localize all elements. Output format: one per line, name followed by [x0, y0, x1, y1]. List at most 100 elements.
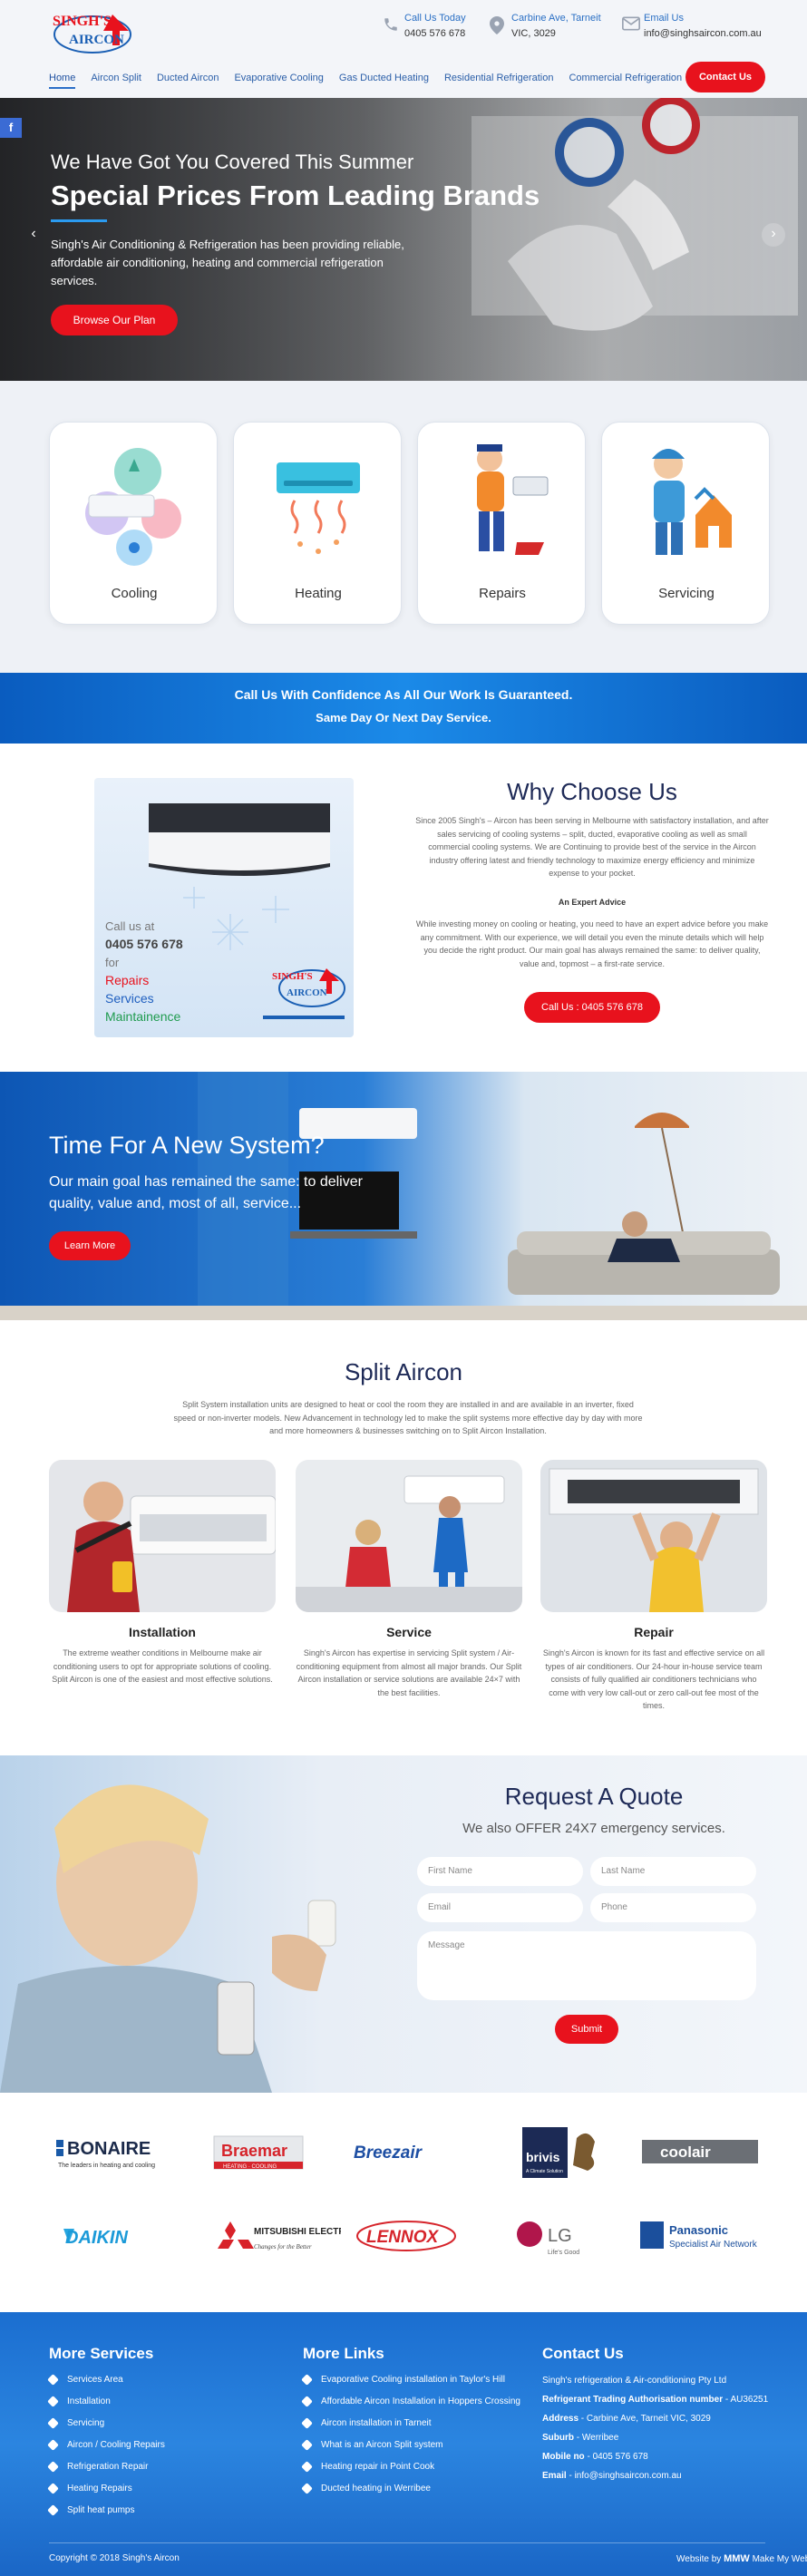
repairs-icon — [448, 435, 557, 571]
footer-service-link[interactable]: Installation — [47, 2396, 165, 2417]
site-logo[interactable]: SINGH'S AIRCON — [49, 5, 136, 58]
brand-lennox-logo: LENNOX — [352, 2212, 479, 2260]
footer-service-link[interactable]: Refrigeration Repair — [47, 2461, 165, 2483]
footer-contact-row[interactable]: Email - info@singhsaircon.com.au — [542, 2471, 778, 2490]
first-name-input[interactable]: First Name — [417, 1857, 583, 1886]
nav-evaporative-cooling[interactable]: Evaporative Cooling — [234, 71, 323, 89]
service-card-repairs[interactable]: Repairs — [417, 422, 586, 625]
email-contact[interactable]: Email Us info@singhsaircon.com.au — [622, 11, 776, 47]
nav-gas-ducted-heating[interactable]: Gas Ducted Heating — [339, 71, 429, 89]
installation-text: The extreme weather conditions in Melbou… — [52, 1648, 273, 1684]
contact-row-label: Refrigerant Trading Authorisation number — [542, 2395, 724, 2405]
contact-row-label: Suburb — [542, 2433, 574, 2443]
service-title-heating: Heating — [295, 586, 342, 601]
footer-service-link[interactable]: Heating Repairs — [47, 2483, 165, 2504]
footer-more-link[interactable]: Evaporative Cooling installation in Tayl… — [301, 2374, 520, 2396]
brand-name-daikin: DAIKIN — [65, 2228, 128, 2248]
nav-home[interactable]: Home — [49, 71, 76, 89]
slider-next-icon[interactable]: › — [762, 223, 785, 247]
why-paragraph-1: Since 2005 Singh's – Aircon has been ser… — [415, 816, 769, 878]
why-call-label: Call us at — [105, 919, 155, 933]
brand-name-braemar: Braemar — [221, 2142, 287, 2160]
message-textarea[interactable]: Message — [417, 1931, 756, 2000]
split-description: Split System installation units are desi… — [173, 1400, 643, 1435]
brand-coolair-logo: coolair — [638, 2129, 765, 2176]
footer-links-title: More Links — [303, 2345, 384, 2362]
footer-more-link[interactable]: Aircon installation in Tarneit — [301, 2417, 520, 2439]
bullet-icon — [47, 2483, 59, 2494]
footer-more-link[interactable]: Ducted heating in Werribee — [301, 2483, 520, 2504]
new-system-section: Time For A New System? Our main goal has… — [0, 1072, 807, 1320]
bullet-icon — [47, 2417, 59, 2429]
facebook-icon[interactable]: f — [0, 118, 22, 138]
footer-more-link[interactable]: What is an Aircon Split system — [301, 2439, 520, 2461]
nav-aircon-split[interactable]: Aircon Split — [91, 71, 141, 89]
brand-tag-braemar: HEATING · COOLING — [223, 2164, 277, 2170]
why-paragraph-2: While investing money on cooling or heat… — [415, 919, 769, 968]
made-by[interactable]: Website by MMW Make My Website — [676, 2553, 807, 2564]
footer-service-link[interactable]: Aircon / Cooling Repairs — [47, 2439, 165, 2461]
location-pin-icon — [490, 16, 510, 36]
brand-name-lennox: LENNOX — [366, 2228, 440, 2247]
footer-link-text: Aircon / Cooling Repairs — [67, 2440, 165, 2450]
service-card-heating[interactable]: Heating — [233, 422, 402, 625]
brand-tag-panasonic: Specialist Air Network — [669, 2240, 758, 2250]
phone-contact[interactable]: Call Us Today 0405 576 678 — [383, 11, 473, 47]
repair-title: Repair — [634, 1625, 674, 1639]
address-contact: Carbine Ave, Tarneit VIC, 3029 — [490, 11, 601, 47]
bullet-icon — [301, 2439, 313, 2451]
why-promo-image: SINGH'S AIRCON Call us at 0405 576 678 f… — [94, 778, 354, 1037]
service-title-cooling: Cooling — [111, 586, 158, 601]
brand-name-lg: LG — [548, 2226, 572, 2246]
nav-ducted-aircon[interactable]: Ducted Aircon — [157, 71, 219, 89]
site-header: SINGH'S AIRCON Call Us Today 0405 576 67… — [0, 0, 807, 98]
footer-link-text: Split heat pumps — [67, 2505, 135, 2515]
brand-bonaire-logo: BONAIRE The leaders in heating and cooli… — [51, 2129, 178, 2176]
made-by-logo-icon: MMW — [724, 2553, 750, 2564]
phone-number[interactable]: 0405 576 678 — [404, 28, 465, 39]
email-address[interactable]: info@singhsaircon.com.au — [644, 28, 762, 39]
hero-title: Special Prices From Leading Brands — [51, 180, 540, 211]
service-card-cooling[interactable]: Cooling — [49, 422, 218, 625]
footer-contact-block: Singh's refrigeration & Air-conditioning… — [542, 2376, 778, 2490]
nav-commercial-refrigeration[interactable]: Commercial Refrigeration — [569, 71, 682, 89]
call-us-button[interactable]: Call Us : 0405 576 678 — [524, 992, 660, 1023]
footer-more-link[interactable]: Affordable Aircon Installation in Hopper… — [301, 2396, 520, 2417]
learn-more-button[interactable]: Learn More — [49, 1231, 131, 1260]
footer-link-text: Aircon installation in Tarneit — [321, 2418, 432, 2428]
contact-row-label: Email — [542, 2471, 567, 2481]
footer-link-text: Evaporative Cooling installation in Tayl… — [321, 2375, 505, 2385]
footer-link-text: Installation — [67, 2396, 111, 2406]
browse-plan-button[interactable]: Browse Our Plan — [51, 305, 178, 335]
submit-button[interactable]: Submit — [555, 2015, 618, 2044]
slider-prev-icon[interactable]: ‹ — [22, 223, 45, 247]
logo-text-1: SINGH'S — [53, 14, 112, 29]
service-title-repairs: Repairs — [479, 586, 526, 601]
bullet-icon — [301, 2461, 313, 2473]
brand-tag-mitsubishi: Changes for the Better — [254, 2243, 312, 2250]
nav-residential-refrigeration[interactable]: Residential Refrigeration — [444, 71, 553, 89]
contact-row-label: Address — [542, 2414, 579, 2424]
bullet-icon — [47, 2396, 59, 2407]
footer-service-link[interactable]: Services Area — [47, 2374, 165, 2396]
email-input[interactable]: Email — [417, 1893, 583, 1922]
contact-us-button[interactable]: Contact Us — [685, 62, 765, 92]
bullet-icon — [47, 2439, 59, 2451]
footer-more-link[interactable]: Heating repair in Point Cook — [301, 2461, 520, 2483]
footer-contact-row[interactable]: Mobile no - 0405 576 678 — [542, 2452, 778, 2471]
footer-service-link[interactable]: Split heat pumps — [47, 2504, 165, 2526]
phone-input[interactable]: Phone — [590, 1893, 756, 1922]
bullet-icon — [47, 2504, 59, 2516]
footer-service-link[interactable]: Servicing — [47, 2417, 165, 2439]
service-card-servicing[interactable]: Servicing — [601, 422, 770, 625]
new-system-text: Our main goal has remained the same: to … — [49, 1174, 363, 1211]
contact-row-label: Mobile no — [542, 2452, 585, 2462]
brand-name-brivis: brivis — [526, 2150, 560, 2164]
contact-row-value: Carbine Ave, Tarneit VIC, 3029 — [586, 2414, 711, 2424]
footer-contact-title: Contact Us — [542, 2345, 624, 2362]
last-name-input[interactable]: Last Name — [590, 1857, 756, 1886]
brand-name-mitsubishi: MITSUBISHI ELECTRIC — [254, 2227, 341, 2237]
brands-section: BONAIRE The leaders in heating and cooli… — [0, 2093, 807, 2312]
why-title: Why Choose Us — [507, 778, 677, 805]
logo-text-2: AIRCON — [69, 33, 124, 47]
